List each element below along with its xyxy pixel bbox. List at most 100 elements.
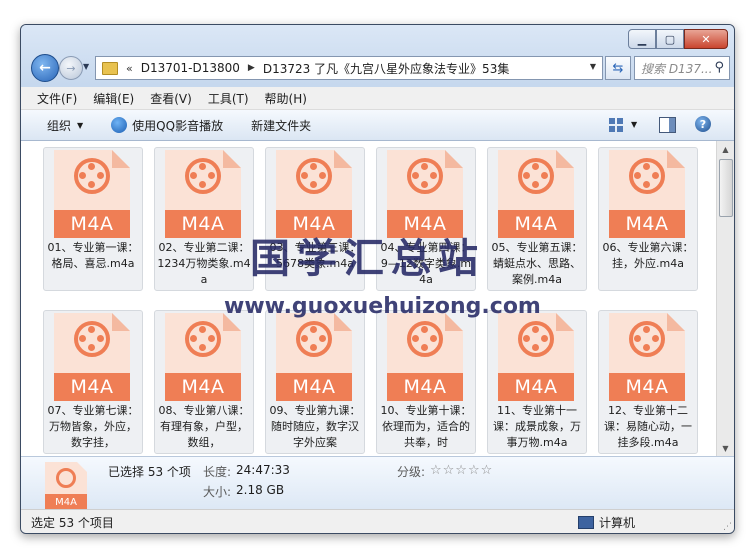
refresh-button[interactable]: ⇆ bbox=[605, 56, 631, 80]
status-location: 计算机 bbox=[578, 514, 635, 531]
qq-play-button[interactable]: 使用QQ影音播放 bbox=[111, 117, 223, 134]
computer-icon bbox=[578, 516, 594, 529]
breadcrumb-separator-icon[interactable]: ▶ bbox=[248, 63, 255, 73]
file-type-label: M4A bbox=[292, 376, 336, 398]
file-tile[interactable]: M4A 12、专业第十二课：易随心动，一挂多段.m4a bbox=[598, 310, 698, 454]
breadcrumb-current[interactable]: D13723 了凡《九宫八星外应象法专业》53集 bbox=[263, 60, 510, 77]
file-type-label: M4A bbox=[403, 213, 447, 235]
maximize-button[interactable]: ▢ bbox=[656, 29, 684, 49]
file-name: 04、专业第四课：9—12数字类象.m4a bbox=[380, 241, 472, 286]
m4a-file-icon: M4A bbox=[387, 150, 463, 238]
menu-file[interactable]: 文件(F) bbox=[37, 90, 77, 107]
file-name: 11、专业第十一课：成景成象，万事万物.m4a bbox=[493, 404, 581, 449]
menu-edit[interactable]: 编辑(E) bbox=[93, 90, 134, 107]
m4a-file-icon: M4A bbox=[276, 313, 352, 401]
new-folder-label: 新建文件夹 bbox=[251, 118, 312, 133]
size-value: 2.18 GB bbox=[236, 483, 285, 497]
explorer-window: ▁ ▢ ✕ ← → ▼ « D13701-D13800 ▶ D13723 了凡《… bbox=[20, 24, 735, 534]
file-tile[interactable]: M4A 10、专业第十课：依理而为，适合的共奉，时 bbox=[376, 310, 476, 454]
size-label: 大小: bbox=[203, 485, 232, 499]
menu-bar: 文件(F) 编辑(E) 查看(V) 工具(T) 帮助(H) bbox=[21, 87, 734, 110]
m4a-file-icon: M4A bbox=[498, 313, 574, 401]
view-options-icon[interactable] bbox=[608, 117, 624, 133]
file-list-area[interactable]: M4A 01、专业第一课：格局、喜忌.m4a M4A 02、专业第二课：1234万物类… bbox=[21, 141, 734, 456]
m4a-file-icon: M4A bbox=[276, 150, 352, 238]
status-bar: 选定 53 个项目 计算机 ⋰ bbox=[21, 509, 734, 533]
file-tile[interactable]: M4A 05、专业第五课：蜻蜓点水、思路、案例.m4a bbox=[487, 147, 587, 291]
file-name: 01、专业第一课：格局、喜忌.m4a bbox=[47, 241, 139, 270]
back-arrow-icon[interactable]: ← bbox=[31, 54, 59, 82]
file-type-label: M4A bbox=[70, 213, 114, 235]
file-name: 02、专业第二课：1234万物类象.m4a bbox=[157, 241, 251, 286]
help-icon[interactable]: ? bbox=[695, 116, 711, 132]
folder-icon bbox=[102, 61, 118, 75]
minimize-button[interactable]: ▁ bbox=[628, 29, 656, 49]
address-dropdown-icon[interactable]: ▼ bbox=[590, 62, 596, 71]
details-icon-label: M4A bbox=[45, 494, 87, 510]
new-folder-button[interactable]: 新建文件夹 bbox=[251, 117, 311, 134]
m4a-file-icon: M4A bbox=[54, 313, 130, 401]
view-dropdown-icon[interactable]: ▼ bbox=[631, 120, 637, 129]
length-label: 长度: bbox=[203, 465, 232, 479]
file-name: 09、专业第九课：随时随应，数字汉字外应案 bbox=[269, 404, 361, 449]
file-tile[interactable]: M4A 03、专业第三课：5678类象.m4a bbox=[265, 147, 365, 291]
file-type-label: M4A bbox=[181, 213, 225, 235]
file-type-label: M4A bbox=[181, 376, 225, 398]
organize-button[interactable]: 组织 ▼ bbox=[47, 117, 83, 134]
qq-player-icon bbox=[111, 117, 128, 133]
m4a-file-icon: M4A bbox=[45, 462, 87, 510]
file-name: 03、专业第三课：5678类象.m4a bbox=[269, 241, 361, 270]
file-tile[interactable]: M4A 07、专业第七课：万物皆象，外应，数字挂， bbox=[43, 310, 143, 454]
file-type-label: M4A bbox=[514, 213, 558, 235]
search-icon[interactable]: ⚲ bbox=[714, 60, 724, 75]
file-tile[interactable]: M4A 01、专业第一课：格局、喜忌.m4a bbox=[43, 147, 143, 291]
file-type-label: M4A bbox=[292, 213, 336, 235]
navigation-row: ← → ▼ « D13701-D13800 ▶ D13723 了凡《九宫八星外应… bbox=[29, 53, 730, 83]
file-type-label: M4A bbox=[625, 376, 669, 398]
file-name: 12、专业第十二课：易随心动，一挂多段.m4a bbox=[604, 404, 692, 449]
address-bar[interactable]: « D13701-D13800 ▶ D13723 了凡《九宫八星外应象法专业》5… bbox=[95, 56, 603, 80]
menu-help[interactable]: 帮助(H) bbox=[265, 90, 307, 107]
m4a-file-icon: M4A bbox=[387, 313, 463, 401]
file-tile[interactable]: M4A 11、专业第十一课：成景成象，万事万物.m4a bbox=[487, 310, 587, 454]
menu-view[interactable]: 查看(V) bbox=[150, 90, 192, 107]
caption-buttons: ▁ ▢ ✕ bbox=[628, 29, 728, 49]
scrollbar-thumb[interactable] bbox=[719, 159, 733, 217]
file-tile[interactable]: M4A 09、专业第九课：随时随应，数字汉字外应案 bbox=[265, 310, 365, 454]
status-location-label: 计算机 bbox=[599, 516, 636, 530]
file-type-label: M4A bbox=[625, 213, 669, 235]
selected-count: 已选择 53 个项 bbox=[108, 465, 191, 479]
chevron-down-icon: ▼ bbox=[77, 120, 84, 130]
command-bar: 组织 ▼ 使用QQ影音播放 新建文件夹 ▼ ? bbox=[21, 110, 734, 141]
length-value: 24:47:33 bbox=[236, 463, 290, 477]
details-pane: M4A 已选择 53 个项 长度: 24:47:33 大小: 2.18 GB 分… bbox=[21, 456, 734, 510]
rating-label: 分级: bbox=[397, 465, 426, 479]
file-tile[interactable]: M4A 08、专业第八课：有理有象，户型，数组， bbox=[154, 310, 254, 454]
vertical-scrollbar[interactable]: ▲ ▼ bbox=[716, 141, 734, 456]
resize-grip-icon[interactable]: ⋰ bbox=[723, 522, 732, 532]
search-input[interactable]: 搜索 D137... ⚲ bbox=[634, 56, 730, 80]
m4a-file-icon: M4A bbox=[609, 313, 685, 401]
preview-pane-icon[interactable] bbox=[659, 117, 676, 133]
refresh-icon: ⇆ bbox=[612, 60, 624, 76]
file-tile[interactable]: M4A 06、专业第六课：挂，外应.m4a bbox=[598, 147, 698, 291]
rating-stars[interactable]: ☆☆☆☆☆ bbox=[430, 463, 493, 478]
file-type-label: M4A bbox=[403, 376, 447, 398]
scroll-up-icon[interactable]: ▲ bbox=[717, 141, 734, 157]
address-overflow-chevron[interactable]: « bbox=[126, 62, 133, 75]
recent-pages-dropdown-icon[interactable]: ▼ bbox=[83, 62, 89, 71]
m4a-file-icon: M4A bbox=[498, 150, 574, 238]
m4a-file-icon: M4A bbox=[165, 313, 241, 401]
menu-tools[interactable]: 工具(T) bbox=[208, 90, 249, 107]
scroll-down-icon[interactable]: ▼ bbox=[717, 440, 734, 456]
forward-arrow-icon[interactable]: → bbox=[59, 56, 83, 80]
file-type-label: M4A bbox=[70, 376, 114, 398]
m4a-file-icon: M4A bbox=[54, 150, 130, 238]
close-button[interactable]: ✕ bbox=[684, 29, 728, 49]
m4a-file-icon: M4A bbox=[609, 150, 685, 238]
file-tile[interactable]: M4A 02、专业第二课：1234万物类象.m4a bbox=[154, 147, 254, 291]
file-tile[interactable]: M4A 04、专业第四课：9—12数字类象.m4a bbox=[376, 147, 476, 291]
m4a-file-icon: M4A bbox=[165, 150, 241, 238]
breadcrumb-parent[interactable]: D13701-D13800 bbox=[141, 61, 240, 75]
file-type-label: M4A bbox=[514, 376, 558, 398]
